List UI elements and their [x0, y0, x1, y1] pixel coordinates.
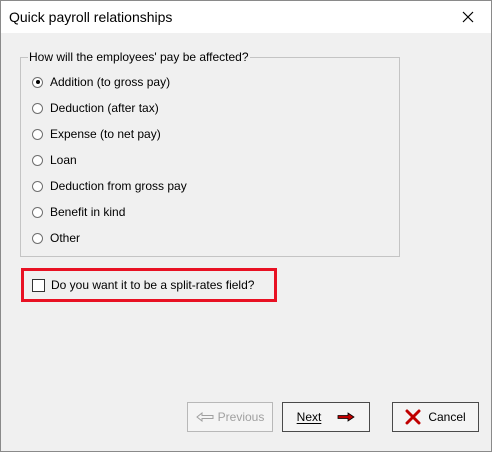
dialog-window: Quick payroll relationships How will the…: [0, 0, 492, 452]
radio-option-deduction-after-tax[interactable]: Deduction (after tax): [32, 100, 159, 116]
cancel-button[interactable]: Cancel: [392, 402, 479, 432]
groupbox-legend: How will the employees' pay be affected?: [28, 50, 250, 64]
next-label: Next: [296, 410, 322, 424]
radio-button[interactable]: [32, 76, 43, 88]
radio-option-expense[interactable]: Expense (to net pay): [32, 126, 161, 142]
radio-label: Addition (to gross pay): [50, 75, 171, 89]
radio-button[interactable]: [32, 128, 43, 140]
split-rates-checkbox-row[interactable]: Do you want it to be a split-rates field…: [32, 277, 254, 293]
close-button[interactable]: [445, 1, 491, 33]
radio-option-loan[interactable]: Loan: [32, 152, 77, 168]
radio-label: Other: [50, 231, 81, 245]
split-rates-label: Do you want it to be a split-rates field…: [51, 278, 255, 292]
previous-label: Previous: [217, 410, 265, 424]
radio-button[interactable]: [32, 154, 43, 166]
radio-option-deduction-gross[interactable]: Deduction from gross pay: [32, 178, 187, 194]
split-rates-checkbox[interactable]: [32, 278, 45, 292]
radio-label: Benefit in kind: [50, 205, 126, 219]
previous-button[interactable]: Previous: [187, 402, 273, 432]
radio-button[interactable]: [32, 180, 43, 192]
arrow-right-icon: [337, 412, 356, 422]
arrow-left-icon: [195, 412, 214, 422]
radio-label: Loan: [50, 153, 77, 167]
radio-label: Deduction (after tax): [50, 101, 159, 115]
cancel-label: Cancel: [428, 410, 466, 424]
radio-option-addition[interactable]: Addition (to gross pay): [32, 74, 170, 90]
window-title: Quick payroll relationships: [9, 9, 173, 25]
radio-label: Expense (to net pay): [50, 127, 161, 141]
radio-option-other[interactable]: Other: [32, 230, 80, 246]
red-x-icon: [405, 409, 421, 425]
radio-button[interactable]: [32, 232, 43, 244]
title-bar: Quick payroll relationships: [1, 1, 491, 33]
radio-label: Deduction from gross pay: [50, 179, 187, 193]
next-button[interactable]: Next: [282, 402, 370, 432]
radio-option-benefit-in-kind[interactable]: Benefit in kind: [32, 204, 125, 220]
radio-button[interactable]: [32, 206, 43, 218]
close-icon: [462, 11, 474, 23]
radio-button[interactable]: [32, 102, 43, 114]
